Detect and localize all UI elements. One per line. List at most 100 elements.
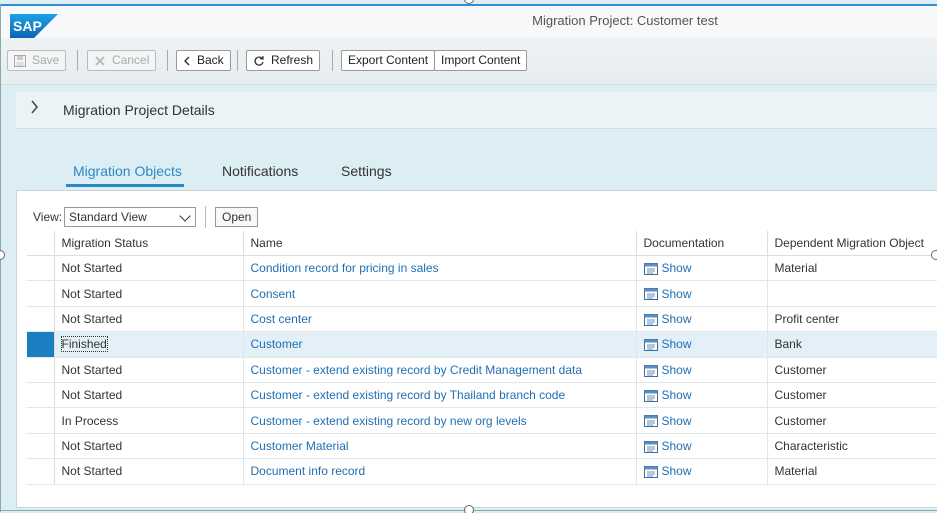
- column-header-dependent[interactable]: Dependent Migration Object: [767, 231, 937, 256]
- row-selector[interactable]: [27, 255, 55, 282]
- resize-handle-right[interactable]: [931, 250, 937, 260]
- name-cell: Consent: [243, 280, 637, 307]
- table-row[interactable]: Not Started Customer - extend existing re…: [27, 357, 937, 383]
- toolbar-separator: [237, 50, 238, 71]
- toolbar-separator: [332, 50, 333, 71]
- show-documentation-link[interactable]: Show: [662, 287, 692, 301]
- status-text: Not Started: [61, 362, 123, 377]
- document-icon[interactable]: [643, 313, 658, 326]
- show-documentation-link[interactable]: Show: [662, 363, 692, 377]
- resize-handle-bottom[interactable]: [464, 505, 474, 513]
- column-header-name[interactable]: Name: [243, 231, 637, 256]
- chevron-right-icon[interactable]: [30, 100, 39, 119]
- status-cell: Not Started: [54, 357, 244, 383]
- status-text: Not Started: [61, 311, 123, 326]
- migration-project-details-panel[interactable]: Migration Project Details: [16, 92, 937, 129]
- document-icon[interactable]: [643, 389, 658, 402]
- name-cell: Customer - extend existing record by Tha…: [243, 382, 637, 409]
- row-selector[interactable]: [27, 407, 55, 434]
- show-documentation-link[interactable]: Show: [662, 439, 692, 453]
- document-icon[interactable]: [643, 440, 658, 453]
- document-icon[interactable]: [643, 466, 658, 479]
- table-row[interactable]: In Process Customer - extend existing rec…: [27, 407, 937, 434]
- row-selector[interactable]: [27, 306, 55, 333]
- dependent-cell: Material: [767, 458, 937, 485]
- object-name-link[interactable]: Cost center: [251, 312, 312, 326]
- document-icon[interactable]: [643, 339, 658, 352]
- table-row[interactable]: Not Started Cost center Show Profit center: [27, 306, 937, 333]
- sap-logo: SAP: [10, 14, 58, 38]
- object-name-link[interactable]: Document info record: [251, 464, 366, 478]
- row-selector[interactable]: [27, 458, 55, 485]
- row-selector[interactable]: [27, 280, 55, 307]
- documentation-cell: Show: [636, 433, 768, 460]
- object-name-link[interactable]: Condition record for pricing in sales: [251, 261, 439, 275]
- document-icon[interactable]: [643, 415, 658, 428]
- row-selector[interactable]: [27, 357, 55, 383]
- refresh-label: Refresh: [271, 53, 314, 67]
- row-selector[interactable]: [27, 433, 55, 460]
- object-name-link[interactable]: Customer - extend existing record by Tha…: [251, 388, 566, 402]
- back-button[interactable]: Back: [176, 50, 231, 71]
- show-documentation-link[interactable]: Show: [662, 261, 692, 275]
- open-button[interactable]: Open: [215, 207, 259, 227]
- dependent-cell: Material: [767, 255, 937, 282]
- object-name-link[interactable]: Customer - extend existing record by new…: [251, 414, 527, 428]
- view-select[interactable]: Standard View: [64, 207, 196, 227]
- show-documentation-link[interactable]: Show: [662, 414, 692, 428]
- toolbar-separator: [77, 50, 78, 71]
- dependent-cell: Characteristic: [767, 433, 937, 460]
- status-cell: Finished: [54, 331, 244, 358]
- status-cell: Not Started: [54, 306, 244, 333]
- table-row[interactable]: Not Started Consent Show: [27, 280, 937, 307]
- row-selector[interactable]: [27, 382, 55, 409]
- toolbar-separator: [167, 50, 168, 71]
- active-tab-indicator: [66, 184, 184, 187]
- back-label: Back: [197, 53, 224, 67]
- object-name-link[interactable]: Customer Material: [251, 439, 349, 453]
- window-title: Migration Project: Customer test: [532, 13, 718, 28]
- column-header-status[interactable]: Migration Status: [54, 231, 244, 256]
- name-cell: Customer - extend existing record by Cre…: [243, 357, 637, 383]
- table-row[interactable]: Not Started Customer - extend existing re…: [27, 382, 937, 409]
- save-button[interactable]: Save: [7, 50, 67, 71]
- tab-notifications[interactable]: Notifications: [222, 163, 298, 179]
- dependent-cell: Bank: [767, 331, 937, 358]
- dependent-cell: Customer: [767, 357, 937, 383]
- status-cell: In Process: [54, 407, 244, 434]
- table-row[interactable]: Finished Customer Show Bank: [27, 331, 937, 358]
- object-name-link[interactable]: Customer: [251, 337, 303, 351]
- cancel-label: Cancel: [112, 53, 150, 67]
- documentation-cell: Show: [636, 458, 768, 485]
- tab-settings[interactable]: Settings: [341, 163, 392, 179]
- refresh-button[interactable]: Refresh: [246, 50, 321, 71]
- view-select-value: Standard View: [69, 210, 147, 224]
- show-documentation-link[interactable]: Show: [662, 312, 692, 326]
- dependent-cell: Customer: [767, 407, 937, 434]
- document-icon[interactable]: [643, 364, 658, 377]
- document-icon[interactable]: [643, 263, 658, 276]
- table-row[interactable]: Not Started Condition record for pricing …: [27, 255, 937, 282]
- resize-handle-left[interactable]: [0, 250, 5, 260]
- tab-migration-objects[interactable]: Migration Objects: [73, 163, 182, 179]
- column-header-documentation[interactable]: Documentation: [636, 231, 768, 256]
- row-selector[interactable]: [27, 331, 55, 358]
- details-title: Migration Project Details: [63, 102, 215, 118]
- name-cell: Customer - extend existing record by new…: [243, 407, 637, 434]
- row-selector-header[interactable]: [27, 231, 55, 256]
- table-row[interactable]: Not Started Document info record Show Mater…: [27, 458, 937, 485]
- show-documentation-link[interactable]: Show: [662, 388, 692, 402]
- window-frame-top: [0, 4, 937, 6]
- object-name-link[interactable]: Customer - extend existing record by Cre…: [251, 363, 583, 377]
- object-name-link[interactable]: Consent: [251, 287, 296, 301]
- export-content-button[interactable]: Export Content: [341, 50, 436, 71]
- show-documentation-link[interactable]: Show: [662, 464, 692, 478]
- document-icon[interactable]: [643, 288, 658, 301]
- name-cell: Customer: [243, 331, 637, 358]
- save-icon: [14, 54, 26, 67]
- show-documentation-link[interactable]: Show: [662, 337, 692, 351]
- import-content-button[interactable]: Import Content: [434, 50, 528, 71]
- cancel-button[interactable]: Cancel: [87, 50, 157, 71]
- table-row[interactable]: Not Started Customer Material Show Characte…: [27, 433, 937, 460]
- save-label: Save: [32, 53, 60, 67]
